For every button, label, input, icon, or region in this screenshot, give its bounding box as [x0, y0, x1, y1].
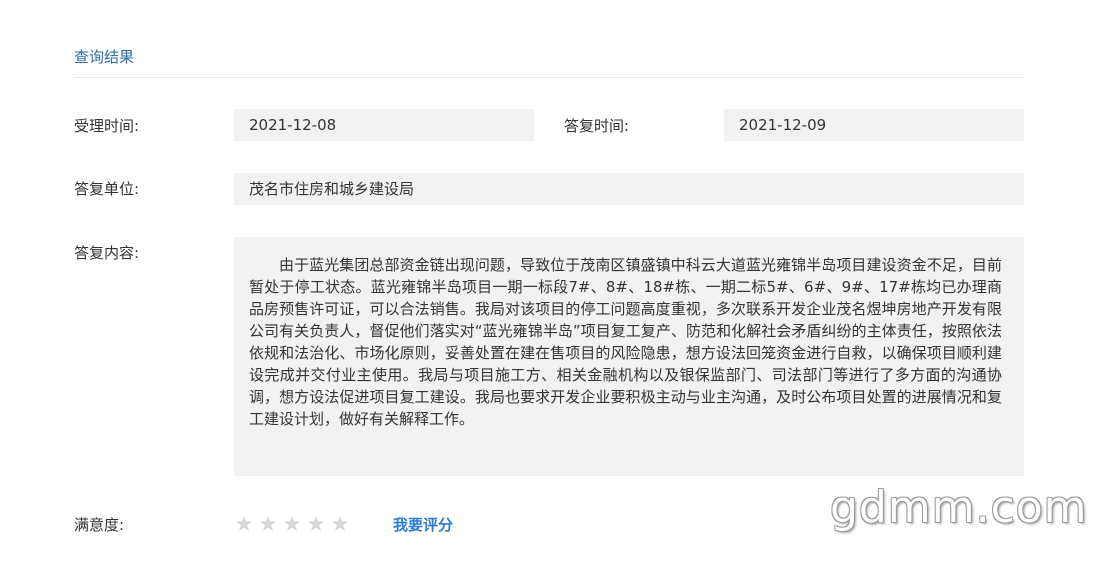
star-icon[interactable]: ★ — [282, 513, 302, 535]
satisfaction-label: 满意度: — [74, 516, 125, 534]
accept-time-label: 受理时间: — [74, 117, 140, 135]
reply-unit-field: 茂名市住房和城乡建设局 — [234, 173, 1024, 205]
section-title: 查询结果 — [74, 48, 135, 66]
reply-time-field: 2021-12-09 — [724, 109, 1024, 141]
rate-link[interactable]: 我要评分 — [393, 514, 453, 536]
reply-time-label: 答复时间: — [564, 117, 630, 135]
star-icon[interactable]: ★ — [234, 513, 254, 535]
star-icon[interactable]: ★ — [258, 513, 278, 535]
reply-unit-label: 答复单位: — [74, 180, 140, 198]
accept-time-field: 2021-12-08 — [234, 109, 534, 141]
watermark-logo: gdmm.com — [830, 482, 1088, 533]
star-icon[interactable]: ★ — [330, 513, 350, 535]
section-divider — [74, 77, 1024, 78]
star-rating: ★ ★ ★ ★ ★ — [234, 513, 350, 535]
reply-content-label: 答复内容: — [74, 244, 140, 262]
reply-content-box: 由于蓝光集团总部资金链出现问题，导致位于茂南区镇盛镇中科云大道蓝光雍锦半岛项目建… — [234, 237, 1024, 476]
star-icon[interactable]: ★ — [306, 513, 326, 535]
reply-content-text: 由于蓝光集团总部资金链出现问题，导致位于茂南区镇盛镇中科云大道蓝光雍锦半岛项目建… — [249, 256, 1002, 428]
